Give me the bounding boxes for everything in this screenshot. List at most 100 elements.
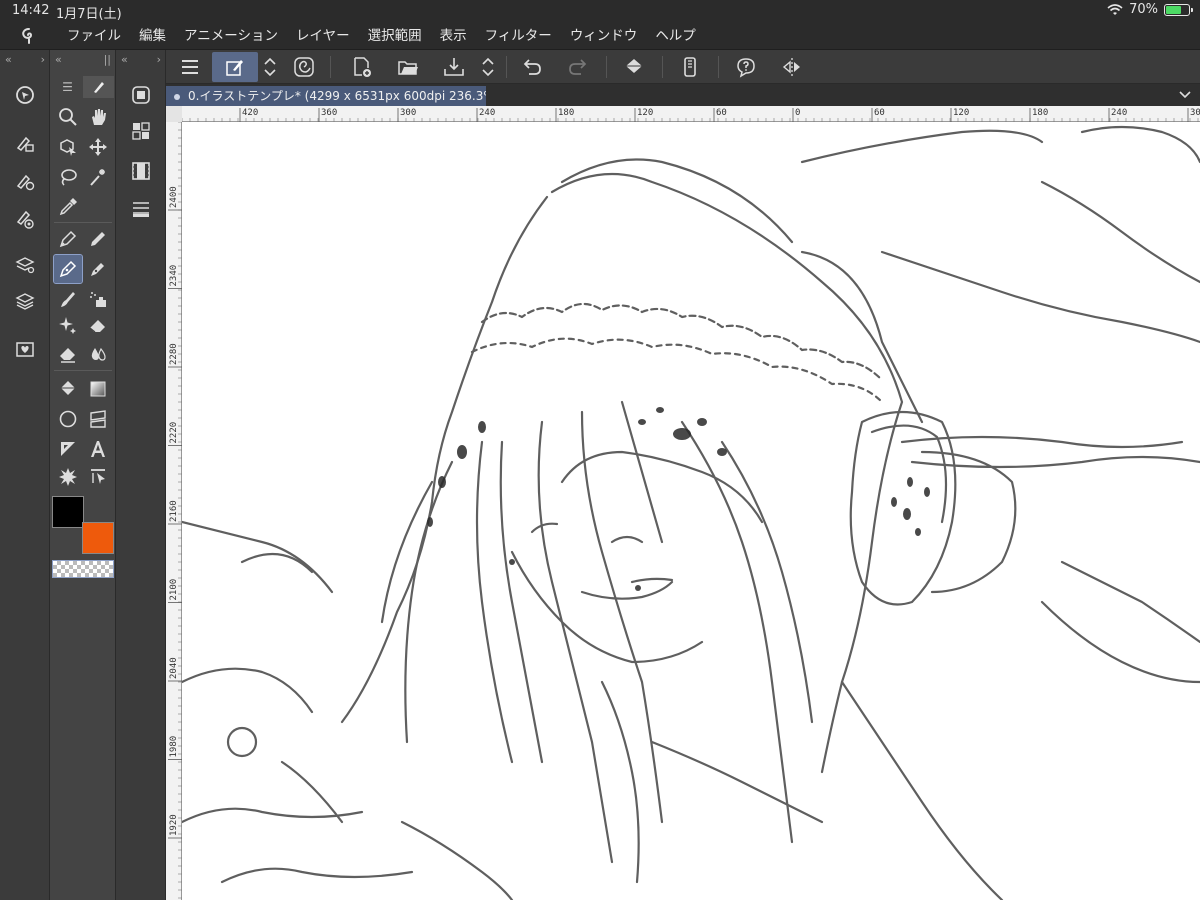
eraser-tool[interactable] (84, 311, 112, 339)
gradient-tool[interactable] (84, 375, 112, 403)
panel-collapse-strip-a[interactable]: «› (0, 50, 50, 68)
zoom-tool[interactable] (54, 103, 82, 131)
save-button[interactable] (438, 52, 470, 82)
flip-horizontal-button[interactable] (776, 52, 808, 82)
expand-right-icon[interactable]: › (157, 53, 161, 66)
ruler-label: 240 (1111, 108, 1127, 118)
layer-property-icon[interactable] (10, 250, 40, 280)
tool-brush-tab[interactable] (83, 76, 114, 98)
tool-property-icon[interactable] (10, 166, 40, 196)
toolbar-separator (718, 56, 719, 78)
lasso-tool[interactable] (54, 163, 82, 191)
open-file-button[interactable] (392, 52, 424, 82)
undo-button[interactable] (516, 52, 548, 82)
g-pen-tool[interactable] (53, 254, 83, 284)
drawing-canvas[interactable] (182, 122, 1200, 900)
menu-file[interactable]: ファイル (58, 22, 130, 50)
frame-border-tool[interactable] (84, 405, 112, 433)
correct-line-tool[interactable] (84, 463, 112, 491)
navigator-icon[interactable] (10, 80, 40, 110)
menu-animation[interactable]: アニメーション (175, 22, 287, 50)
expand-right-icon[interactable]: › (41, 53, 45, 66)
companion-mode-button[interactable] (288, 52, 320, 82)
fill-command-button[interactable] (618, 52, 650, 82)
tool-menu-tab[interactable]: ☰ (52, 76, 83, 98)
pen-tool[interactable] (54, 225, 82, 253)
sub-tool-detail-icon[interactable] (10, 128, 40, 158)
new-file-icon (354, 57, 371, 77)
hand-tool[interactable] (84, 103, 112, 131)
sub-color-swatch[interactable] (82, 522, 114, 554)
blend-drops-icon (91, 347, 106, 361)
panel-collapse-strip-c[interactable]: «› (116, 50, 166, 68)
sketch-artwork (182, 125, 1200, 900)
g-pen-icon (59, 260, 77, 278)
eraser-alt-icon (60, 348, 75, 363)
grip-icon[interactable]: || (104, 53, 111, 66)
menu-view[interactable]: 表示 (431, 22, 476, 50)
chevron-down-icon[interactable] (1178, 87, 1192, 106)
tool-tabs: ☰ (52, 76, 114, 98)
fill-bucket-icon (626, 59, 642, 73)
hamburger-icon (182, 60, 198, 74)
list-icon: ☰ (62, 80, 73, 94)
main-menu-button[interactable] (174, 52, 206, 82)
main-color-swatch[interactable] (52, 496, 84, 528)
ruler-label: 180 (558, 108, 574, 118)
move-icon (89, 138, 107, 156)
tool-separator (54, 370, 112, 371)
smartphone-connect-button[interactable] (674, 52, 706, 82)
menu-help[interactable]: ヘルプ (646, 22, 705, 50)
transparent-color-swatch[interactable] (52, 560, 114, 578)
brush-size-icon[interactable] (10, 204, 40, 234)
object-tool[interactable] (54, 133, 82, 161)
blend-tool[interactable] (84, 340, 112, 368)
marker-tool[interactable] (84, 255, 112, 283)
text-tool[interactable] (84, 435, 112, 463)
auto-select-tool[interactable] (84, 163, 112, 191)
app-logo-icon[interactable] (0, 27, 58, 45)
panel-collapse-strip-b[interactable]: « || (50, 50, 116, 68)
ruler-horizontal[interactable]: 420 360 300 240 180 120 60 0 60 120 180 240 30 (182, 106, 1200, 122)
collapse-left-icon[interactable]: « (55, 53, 62, 66)
redo-icon (569, 59, 587, 75)
history-icon[interactable] (126, 194, 156, 224)
new-file-button[interactable] (346, 52, 378, 82)
move-layer-tool[interactable] (84, 133, 112, 161)
ruler-tool[interactable] (54, 435, 82, 463)
collapse-left-icon[interactable]: « (5, 53, 12, 66)
fill-tool[interactable] (54, 375, 82, 403)
menu-selection[interactable]: 選択範囲 (359, 22, 431, 50)
brush-tool[interactable] (54, 285, 82, 313)
ruler-vertical-ticks: 2400 2340 2280 2220 2160 2100 2040 1980 1920 (168, 122, 182, 899)
balloon-tool[interactable] (54, 463, 82, 491)
redo-button[interactable] (562, 52, 594, 82)
mode-toggle-button[interactable] (260, 52, 280, 82)
save-options-button[interactable] (478, 52, 498, 82)
menu-filter[interactable]: フィルター (476, 22, 561, 50)
help-button[interactable] (730, 52, 762, 82)
ruler-label: 2400 (169, 186, 179, 208)
ruler-vertical[interactable]: 2400 2340 2280 2220 2160 2100 2040 1980 1920 (166, 122, 182, 900)
color-set-icon[interactable] (126, 116, 156, 146)
menu-window[interactable]: ウィンドウ (561, 22, 647, 50)
layer-icon[interactable] (10, 286, 40, 316)
decoration-tool[interactable] (54, 311, 82, 339)
help-bubble-icon (737, 58, 755, 78)
eraser-soft-tool[interactable] (54, 340, 82, 368)
material-icon[interactable] (10, 334, 40, 364)
menu-edit[interactable]: 編集 (130, 22, 175, 50)
sparkle-icon (59, 317, 76, 334)
document-tab[interactable]: 0.イラストテンプレ* (4299 x 6531px 600dpi 236.3%… (166, 86, 486, 106)
menu-layer[interactable]: レイヤー (287, 22, 359, 50)
collapse-left-icon[interactable]: « (121, 53, 128, 66)
airbrush-tool[interactable] (84, 285, 112, 313)
pencil-tool[interactable] (84, 225, 112, 253)
eyedropper-tool[interactable] (54, 193, 82, 221)
ruler-label: 2220 (169, 422, 179, 444)
color-wheel-icon[interactable] (126, 80, 156, 110)
animation-timeline-icon[interactable] (126, 156, 156, 186)
ruler-label: 120 (953, 108, 969, 118)
edit-mode-button[interactable] (212, 52, 258, 82)
figure-tool[interactable] (54, 405, 82, 433)
